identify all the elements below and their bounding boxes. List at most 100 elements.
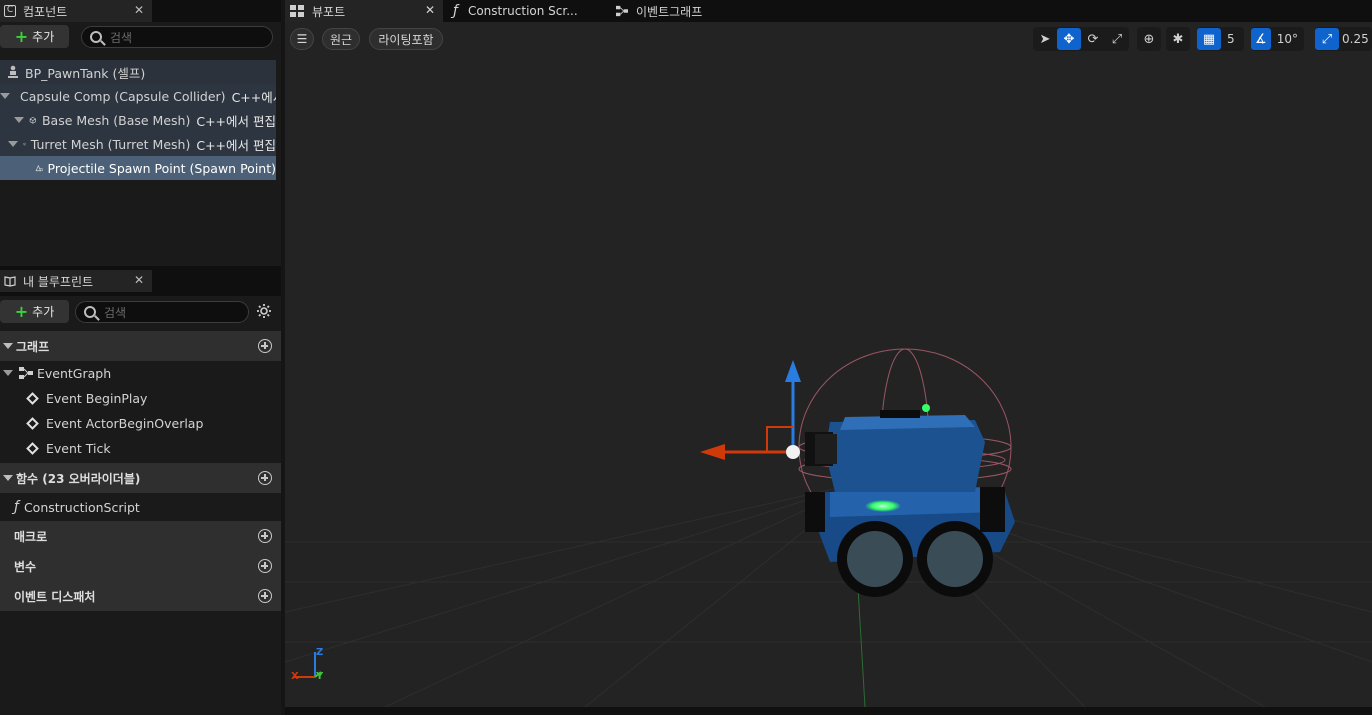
add-blueprint-item-button[interactable]: + 추가 [0, 300, 69, 323]
scale-tool-button[interactable]: ⤢ [1105, 28, 1129, 50]
list-item-event[interactable]: Event Tick [0, 436, 281, 460]
section-graphs[interactable]: 그래프 [0, 331, 281, 361]
tree-label: BP_PawnTank (셀프) [25, 65, 146, 81]
list-item-event[interactable]: Event BeginPlay [0, 386, 281, 410]
perspective-button[interactable]: 원근 [322, 28, 360, 50]
scale-icon: ⤢ [1111, 31, 1123, 47]
event-label: Event ActorBeginOverlap [46, 415, 204, 431]
add-component-button[interactable]: + 추가 [0, 25, 69, 48]
scale-snap-button[interactable]: ⤢ [1315, 28, 1339, 50]
add-label: 추가 [32, 305, 55, 319]
components-tab-icon: C [4, 5, 16, 17]
add-graph-icon[interactable] [258, 339, 272, 353]
scale-snap-group: ⤢ 0.25 [1315, 27, 1372, 51]
left-panel: C 컴포넌트 ✕ + 추가 검색 BP_PawnTank (셀프) Capsul… [0, 0, 281, 715]
tree-row-capsule[interactable]: Capsule Comp (Capsule Collider) C++에서 편집 [0, 84, 276, 108]
viewport-bottom-bar [285, 707, 1372, 715]
tank-mesh[interactable] [805, 404, 1015, 597]
collapse-arrow-icon[interactable] [3, 370, 13, 376]
section-functions[interactable]: 함수 (23 오버라이더블) [0, 463, 281, 493]
viewport[interactable]: Z X Y ☰ 원근 라이팅포함 ➤ ✥ ⟳ ⤢ ⊕ ✱ ▦ 5 ∡ 10° ⤢… [285, 22, 1372, 707]
list-item-event[interactable]: Event ActorBeginOverlap [0, 411, 281, 435]
grid-size-value[interactable]: 5 [1221, 32, 1241, 46]
expand-arrow-icon[interactable] [14, 117, 25, 123]
tree-row-turret-mesh[interactable]: Turret Mesh (Turret Mesh) C++에서 편집 [0, 132, 276, 156]
tab-event-graph[interactable]: 이벤트그래프 [615, 0, 745, 22]
surface-snap-icon: ✱ [1172, 31, 1184, 47]
tree-label: Capsule Comp (Capsule Collider) [20, 88, 226, 104]
add-variable-icon[interactable] [258, 559, 272, 573]
scale-snap-value[interactable]: 0.25 [1339, 32, 1372, 46]
transform-gizmo[interactable] [700, 360, 801, 460]
add-function-icon[interactable] [258, 471, 272, 485]
surface-snap-toggle: ✱ [1166, 27, 1190, 51]
viewport-icon [290, 5, 304, 17]
viewport-menu-button[interactable]: ☰ [290, 28, 314, 50]
edit-in-cpp-link[interactable]: C++에서 편집 [232, 87, 276, 106]
rotation-snap-value[interactable]: 10° [1271, 32, 1304, 46]
graph-icon [19, 367, 33, 379]
list-item-event-graph[interactable]: EventGraph [0, 361, 281, 385]
hamburger-icon: ☰ [296, 32, 308, 46]
tab-viewport[interactable]: 뷰포트 ✕ [285, 0, 443, 22]
rotate-tool-button[interactable]: ⟳ [1081, 28, 1105, 50]
settings-gear-icon[interactable] [256, 303, 272, 319]
book-icon [4, 276, 16, 287]
components-toolbar: + 추가 검색 [0, 23, 281, 51]
collapse-arrow-icon[interactable] [3, 475, 13, 481]
coordinate-space-toggle: ⊕ [1137, 27, 1161, 51]
tab-my-blueprint[interactable]: 내 블루프린트 ✕ [0, 270, 152, 292]
function-icon: ƒ [453, 3, 458, 19]
section-label: 이벤트 디스패처 [14, 589, 96, 604]
event-icon [26, 391, 39, 405]
axis-x-label: X [291, 671, 299, 682]
globe-icon: ⊕ [1143, 31, 1155, 47]
plus-icon: + [14, 26, 29, 46]
section-label: 함수 (23 오버라이더블) [16, 471, 141, 486]
add-dispatcher-icon[interactable] [258, 589, 272, 603]
blueprint-search-input[interactable]: 검색 [75, 301, 249, 323]
add-macro-icon[interactable] [258, 529, 272, 543]
surface-snap-button[interactable]: ✱ [1166, 28, 1190, 50]
rotation-snap-group: ∡ 10° [1251, 27, 1304, 51]
tree-label: Base Mesh (Base Mesh) [41, 112, 191, 128]
list-item-function[interactable]: ƒ ConstructionScript [0, 495, 281, 519]
expand-arrow-icon[interactable] [0, 93, 10, 99]
static-mesh-icon [23, 142, 26, 146]
select-tool-button[interactable]: ➤ [1033, 28, 1057, 50]
scene-component-icon [35, 164, 43, 172]
tree-row-base-mesh[interactable]: Base Mesh (Base Mesh) C++에서 편집 [0, 108, 276, 132]
event-label: Event Tick [46, 440, 111, 456]
section-macros[interactable]: 매크로 [0, 521, 281, 551]
tree-row-root[interactable]: BP_PawnTank (셀프) [0, 60, 276, 84]
rotation-snap-button[interactable]: ∡ [1251, 28, 1271, 50]
expand-arrow-icon[interactable] [7, 141, 18, 147]
components-tab-label: 컴포넌트 [23, 4, 68, 19]
blueprint-toolbar: + 추가 검색 [0, 298, 281, 326]
tab-components[interactable]: C 컴포넌트 ✕ [0, 0, 152, 22]
rotate-icon: ⟳ [1087, 31, 1099, 47]
close-icon[interactable]: ✕ [134, 273, 144, 287]
section-label: 그래프 [16, 339, 50, 354]
lighting-mode-button[interactable]: 라이팅포함 [369, 28, 443, 50]
tree-label: Turret Mesh (Turret Mesh) [30, 136, 191, 152]
section-dispatchers[interactable]: 이벤트 디스패처 [0, 581, 281, 611]
plus-icon: + [14, 301, 29, 321]
components-search-input[interactable]: 검색 [81, 26, 273, 48]
components-tabbar: C 컴포넌트 ✕ [0, 0, 281, 22]
section-variables[interactable]: 변수 [0, 551, 281, 581]
event-label: Event BeginPlay [46, 390, 148, 406]
close-icon[interactable]: ✕ [425, 3, 435, 17]
world-local-button[interactable]: ⊕ [1137, 28, 1161, 50]
tree-row-spawn-point[interactable]: Projectile Spawn Point (Spawn Point) [0, 156, 276, 180]
edit-in-cpp-link[interactable]: C++에서 편집 [196, 111, 276, 130]
tab-construction-script[interactable]: ƒ Construction Scr... [453, 0, 603, 22]
edit-in-cpp-link[interactable]: C++에서 편집 [196, 135, 276, 154]
grid-snap-button[interactable]: ▦ [1197, 28, 1221, 50]
close-icon[interactable]: ✕ [134, 3, 144, 17]
transform-tools: ➤ ✥ ⟳ ⤢ [1033, 27, 1129, 51]
cursor-icon: ➤ [1039, 31, 1051, 47]
translate-tool-button[interactable]: ✥ [1057, 28, 1081, 50]
search-icon [84, 306, 96, 318]
collapse-arrow-icon[interactable] [3, 343, 13, 349]
